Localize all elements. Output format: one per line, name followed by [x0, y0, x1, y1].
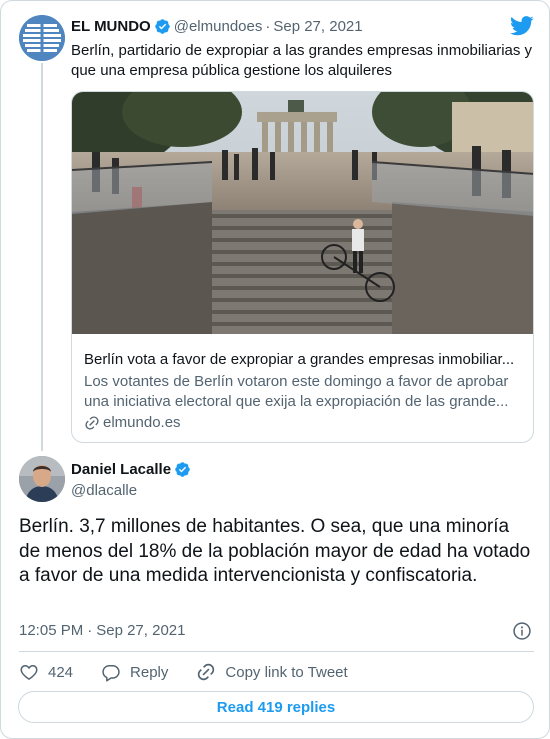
- timestamp-separator: ·: [87, 622, 93, 639]
- quoted-tweet-text: Berlín, partidario de expropiar a las gr…: [71, 42, 533, 79]
- el-mundo-avatar[interactable]: [19, 15, 65, 61]
- quoted-author-handle[interactable]: @elmundoes: [174, 18, 263, 35]
- main-author-name[interactable]: Daniel Lacalle: [71, 461, 171, 478]
- quoted-author-name[interactable]: EL MUNDO: [71, 18, 151, 35]
- link-preview-card[interactable]: Berlín vota a favor de expropiar a grand…: [71, 91, 534, 443]
- link-preview-title: Berlín vota a favor de expropiar a grand…: [84, 351, 515, 368]
- like-count: 424: [48, 663, 74, 681]
- read-replies-button[interactable]: Read 419 replies: [18, 691, 534, 723]
- twitter-bird-icon[interactable]: [510, 16, 534, 36]
- divider: [19, 651, 534, 652]
- link-preview-domain: elmundo.es: [84, 414, 181, 431]
- copy-link-button[interactable]: Copy link to Tweet: [196, 662, 348, 682]
- verified-badge-icon: [154, 19, 170, 34]
- tweet-date: Sep 27, 2021: [96, 622, 186, 639]
- main-author-row: Daniel Lacalle: [71, 461, 194, 478]
- copy-link-label: Copy link to Tweet: [225, 663, 348, 681]
- quoted-tweet-header: EL MUNDO @elmundoes · Sep 27, 2021: [71, 18, 363, 35]
- reply-bubble-icon: [102, 665, 120, 682]
- tweet-time: 12:05 PM: [19, 622, 84, 639]
- link-description-line-1: Los votantes de Berlín votaron este domi…: [84, 373, 509, 390]
- header-separator: ·: [265, 18, 271, 35]
- daniel-lacalle-avatar[interactable]: [19, 456, 65, 502]
- link-domain-text: elmundo.es: [103, 414, 181, 431]
- info-icon[interactable]: [512, 621, 532, 641]
- reply-button[interactable]: Reply: [101, 662, 168, 682]
- link-preview-description: Los votantes de Berlín votaron este domi…: [84, 372, 524, 412]
- link-preview-image: [72, 92, 533, 334]
- main-tweet-text: Berlín. 3,7 millones de habitantes. O se…: [19, 516, 531, 586]
- main-author-handle[interactable]: @dlacalle: [71, 482, 137, 499]
- heart-icon: [20, 664, 38, 680]
- link-icon: [85, 415, 99, 430]
- verified-badge-icon: [175, 462, 190, 477]
- copy-link-icon: [198, 663, 215, 681]
- reply-label: Reply: [130, 663, 169, 681]
- link-description-line-2: una iniciativa electoral que exija la ex…: [84, 393, 509, 410]
- tweet-embed-card: EL MUNDO @elmundoes · Sep 27, 2021 Berlí…: [0, 0, 550, 739]
- main-tweet-timestamp[interactable]: 12:05 PM · Sep 27, 2021: [19, 622, 185, 639]
- like-button[interactable]: 424: [19, 662, 73, 682]
- quoted-tweet-date[interactable]: Sep 27, 2021: [273, 18, 362, 35]
- tweet-actions-bar: 424 Reply Copy link to Tweet: [19, 660, 376, 684]
- thread-connector-line: [41, 63, 43, 451]
